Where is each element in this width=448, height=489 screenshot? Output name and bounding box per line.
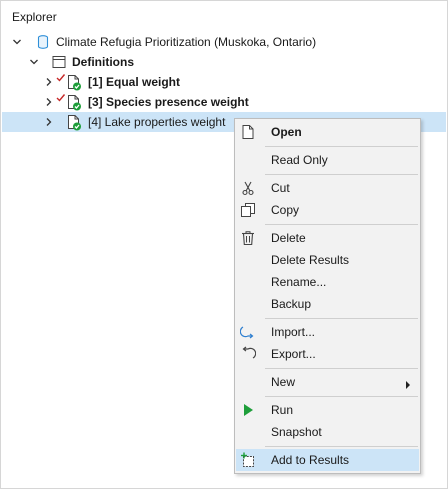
menu-item-read-only[interactable]: Read Only bbox=[236, 149, 419, 171]
tree-item-species-presence-weight[interactable]: [3] Species presence weight bbox=[2, 92, 446, 112]
tree-item-label: [4] Lake properties weight bbox=[88, 115, 226, 129]
menu-item-label: Rename... bbox=[271, 275, 327, 289]
menu-separator bbox=[265, 174, 418, 175]
menu-item-label: Snapshot bbox=[271, 425, 322, 439]
menu-item-add-to-results[interactable]: Add to Results bbox=[236, 449, 419, 471]
tree-root-row[interactable]: Climate Refugia Prioritization (Muskoka,… bbox=[2, 32, 446, 52]
menu-item-snapshot[interactable]: Snapshot bbox=[236, 421, 419, 443]
tree-item-equal-weight[interactable]: [1] Equal weight bbox=[2, 72, 446, 92]
edited-mark-icon bbox=[56, 92, 66, 102]
menu-item-label: Backup bbox=[271, 297, 312, 311]
table-icon bbox=[51, 54, 67, 70]
tree-definitions-label: Definitions bbox=[72, 55, 134, 69]
menu-item-backup[interactable]: Backup bbox=[236, 293, 419, 315]
tree-item-label: [1] Equal weight bbox=[88, 75, 181, 89]
menu-item-label: Copy bbox=[271, 203, 300, 217]
menu-item-label: Open bbox=[271, 125, 302, 139]
tree-item-label: [3] Species presence weight bbox=[88, 95, 249, 109]
tree-definitions-row[interactable]: Definitions bbox=[2, 52, 446, 72]
chevron-right-icon[interactable] bbox=[44, 97, 54, 107]
menu-item-delete[interactable]: Delete bbox=[236, 227, 419, 249]
menu-item-label: Run bbox=[271, 403, 294, 417]
menu-separator bbox=[265, 224, 418, 225]
menu-item-cut[interactable]: Cut bbox=[236, 177, 419, 199]
menu-item-label: Import... bbox=[271, 325, 316, 339]
menu-item-label: Delete bbox=[271, 231, 306, 245]
menu-item-label: New bbox=[271, 375, 296, 389]
chevron-down-icon[interactable] bbox=[12, 37, 22, 47]
menu-item-delete-results[interactable]: Delete Results bbox=[236, 249, 419, 271]
tree-root-label: Climate Refugia Prioritization (Muskoka,… bbox=[56, 35, 317, 49]
document-check-icon bbox=[66, 94, 82, 111]
menu-item-rename[interactable]: Rename... bbox=[236, 271, 419, 293]
menu-item-label: Cut bbox=[271, 181, 290, 195]
menu-item-label: Add to Results bbox=[271, 453, 350, 467]
trash-icon bbox=[240, 230, 256, 246]
chevron-right-icon[interactable] bbox=[44, 117, 54, 127]
menu-separator bbox=[265, 446, 418, 447]
copy-icon bbox=[240, 202, 256, 218]
panel-title: Explorer bbox=[12, 10, 57, 24]
play-icon bbox=[240, 402, 256, 418]
document-icon bbox=[240, 124, 256, 140]
menu-item-run[interactable]: Run bbox=[236, 399, 419, 421]
menu-item-label: Export... bbox=[271, 347, 316, 361]
menu-separator bbox=[265, 146, 418, 147]
chevron-right-icon[interactable] bbox=[44, 77, 54, 87]
document-check-icon bbox=[66, 114, 82, 131]
export-icon bbox=[240, 346, 257, 362]
edited-mark-icon bbox=[56, 72, 66, 82]
menu-item-export[interactable]: Export... bbox=[236, 343, 419, 365]
scissors-icon bbox=[240, 180, 256, 196]
import-icon bbox=[239, 324, 256, 340]
menu-item-label: Delete Results bbox=[271, 253, 350, 267]
menu-separator bbox=[265, 318, 418, 319]
database-icon bbox=[35, 34, 51, 50]
context-menu: Open Read Only Cut Copy Delete Delete Re… bbox=[234, 118, 421, 474]
menu-item-import[interactable]: Import... bbox=[236, 321, 419, 343]
menu-item-label: Read Only bbox=[271, 153, 328, 167]
chevron-down-icon[interactable] bbox=[29, 57, 39, 67]
menu-separator bbox=[265, 368, 418, 369]
submenu-arrow-icon bbox=[405, 378, 411, 392]
add-to-results-icon bbox=[240, 452, 256, 468]
menu-item-copy[interactable]: Copy bbox=[236, 199, 419, 221]
menu-separator bbox=[265, 396, 418, 397]
menu-item-new[interactable]: New bbox=[236, 371, 419, 393]
document-check-icon bbox=[66, 74, 82, 91]
menu-item-open[interactable]: Open bbox=[236, 121, 419, 143]
